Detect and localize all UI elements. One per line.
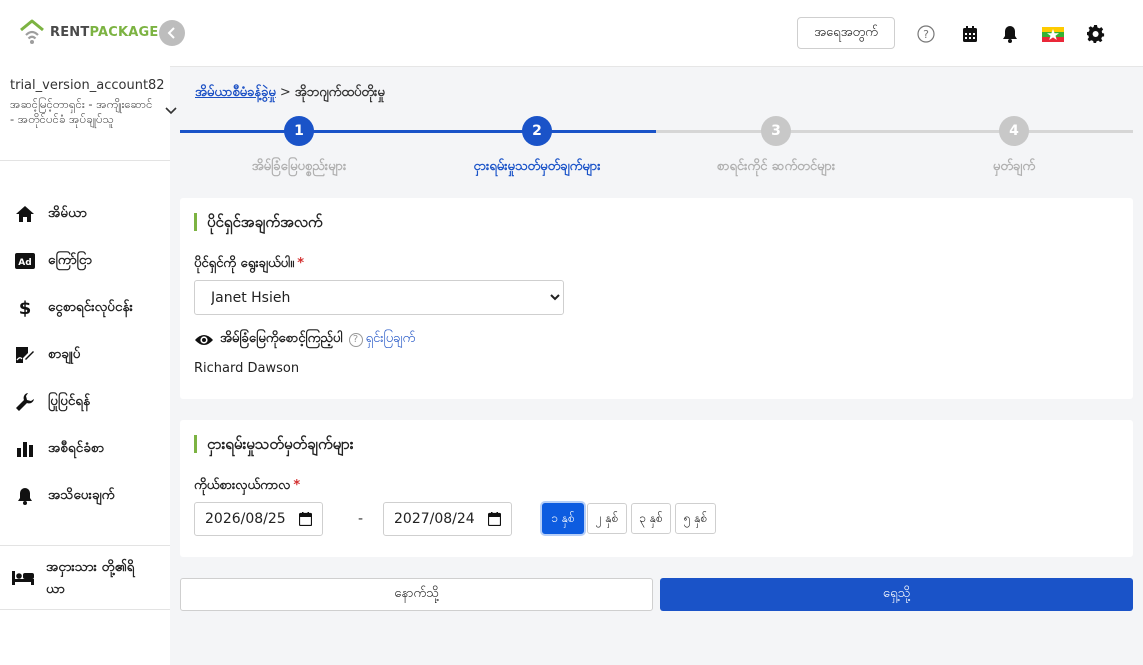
progress-stepper: 1 အိမ်ခြံမြေပစ္စည်းများ 2 ငှားရမ်းမှုသတ်… xyxy=(180,116,1133,180)
end-date-input[interactable]: 2027/08/24 xyxy=(383,502,512,536)
calendar-icon xyxy=(488,512,501,526)
wrench-icon xyxy=(14,391,36,413)
sidebar-divider xyxy=(0,609,170,610)
owner-card-title: ပိုင်ရှင်အချက်အလက် xyxy=(194,213,323,231)
start-date-input[interactable]: 2026/08/25 xyxy=(194,502,323,536)
explain-link[interactable]: ရှင်းပြချက် xyxy=(366,330,416,349)
sidebar-nav: အိမ်ယာ Ad ကြော်ငြာ $ ငွေစာရင်းလုပ်ငန်း စ… xyxy=(0,190,170,519)
step-3[interactable]: 3 စာရင်းကိုင် ဆက်တင်များ xyxy=(656,116,896,177)
sidebar-collapse-button[interactable] xyxy=(159,20,185,46)
sidebar-item-home[interactable]: အိမ်ယာ xyxy=(0,190,170,237)
rental-terms-card: ငှားရမ်းမှုသတ်မှတ်ချက်များ ကိုယ်စားလှယ်က… xyxy=(180,420,1133,557)
bed-icon xyxy=(12,567,34,589)
sidebar-item-maintenance[interactable]: ပြုပြင်ရန် xyxy=(0,378,170,425)
sidebar: RENTPACKAGE trial_version_account82 အဆင့… xyxy=(0,0,177,665)
brand-logo[interactable]: RENTPACKAGE xyxy=(18,18,158,46)
sidebar-item-notifications[interactable]: အသိပေးချက် xyxy=(0,472,170,519)
top-header: အရေအတွက် ? xyxy=(170,0,1143,67)
period-1-year-button[interactable]: ၁ နှစ် xyxy=(542,503,584,534)
sidebar-item-accounting[interactable]: $ ငွေစာရင်းလုပ်ငန်း xyxy=(0,284,170,331)
account-name: trial_version_account82 xyxy=(10,78,165,93)
watcher-name: Richard Dawson xyxy=(194,361,300,376)
help-icon[interactable]: ? xyxy=(916,24,936,44)
period-3-year-button[interactable]: ၃ နှစ် xyxy=(631,503,671,534)
quantity-button[interactable]: အရေအတွက် xyxy=(797,17,895,49)
bell-icon xyxy=(14,485,36,507)
owner-select-label: ပိုင်ရှင်ကို ရွေးချယ်ပါ။ * xyxy=(194,256,305,271)
step-4[interactable]: 4 မှတ်ချက် xyxy=(894,116,1134,177)
ad-icon: Ad xyxy=(14,250,36,272)
back-button[interactable]: နောက်သို့ xyxy=(180,578,653,611)
eye-icon xyxy=(195,334,213,345)
step-1[interactable]: 1 အိမ်ခြံမြေပစ္စည်းများ xyxy=(179,116,419,177)
calendar-icon xyxy=(299,512,312,526)
sidebar-divider xyxy=(0,160,170,161)
svg-text:$: $ xyxy=(19,298,32,318)
owner-select[interactable]: Janet Hsieh xyxy=(194,280,564,315)
help-icon[interactable]: ? xyxy=(348,332,363,347)
period-label: ကိုယ်စားလှယ်ကာလ * xyxy=(194,478,301,493)
step-2[interactable]: 2 ငှားရမ်းမှုသတ်မှတ်ချက်များ xyxy=(417,116,657,177)
breadcrumb-link-property-management[interactable]: အိမ်ယာစီမံခန့်ခွဲမှု xyxy=(195,85,276,100)
sidebar-item-tenant-area[interactable]: အငှားသား တို့၏ရိယာ xyxy=(0,556,170,600)
owner-info-card: ပိုင်ရှင်အချက်အလက် ပိုင်ရှင်ကို ရွေးချယ်… xyxy=(180,198,1133,399)
contract-icon xyxy=(14,344,36,366)
sidebar-item-contract[interactable]: စာချုပ် xyxy=(0,331,170,378)
chart-icon xyxy=(14,438,36,460)
calendar-icon[interactable] xyxy=(960,24,980,44)
chevron-left-icon xyxy=(167,27,175,39)
brand-name: RENTPACKAGE xyxy=(50,24,159,40)
next-button[interactable]: ရှေ့သို့ xyxy=(660,578,1133,611)
rental-card-title: ငှားရမ်းမှုသတ်မှတ်ချက်များ xyxy=(194,435,354,453)
account-info[interactable]: trial_version_account82 အဆင့်မြင့်တာရှင်… xyxy=(10,78,165,127)
sidebar-item-reports[interactable]: အစီရင်ခံစာ xyxy=(0,425,170,472)
bell-icon[interactable] xyxy=(1000,24,1020,44)
dollar-icon: $ xyxy=(14,297,36,319)
sidebar-item-ads[interactable]: Ad ကြော်ငြာ xyxy=(0,237,170,284)
house-wifi-logo-icon xyxy=(20,19,44,44)
watch-property-row: အိမ်ခြံမြေကိုစောင့်ကြည့်ပါ ? ရှင်းပြချက် xyxy=(194,330,415,349)
myanmar-flag-icon[interactable] xyxy=(1041,24,1065,44)
home-icon xyxy=(14,203,36,225)
chevron-down-icon[interactable] xyxy=(164,106,178,116)
sidebar-divider xyxy=(0,545,170,546)
period-2-year-button[interactable]: ၂ နှစ် xyxy=(587,503,627,534)
breadcrumb-current: အိုဘဂျက်ထပ်တိုးမှု xyxy=(294,85,385,100)
account-role: အဆင့်မြင့်တာရှင်း - အကျိုးဆောင် - အတိုင်… xyxy=(10,97,153,126)
svg-text:Ad: Ad xyxy=(18,258,31,268)
period-5-year-button[interactable]: ၅ နှစ် xyxy=(675,503,716,534)
gear-icon[interactable] xyxy=(1086,24,1106,44)
breadcrumb: အိမ်ယာစီမံခန့်ခွဲမှု > အိုဘဂျက်ထပ်တိုးမှု xyxy=(195,85,385,100)
svg-text:?: ? xyxy=(923,28,929,41)
